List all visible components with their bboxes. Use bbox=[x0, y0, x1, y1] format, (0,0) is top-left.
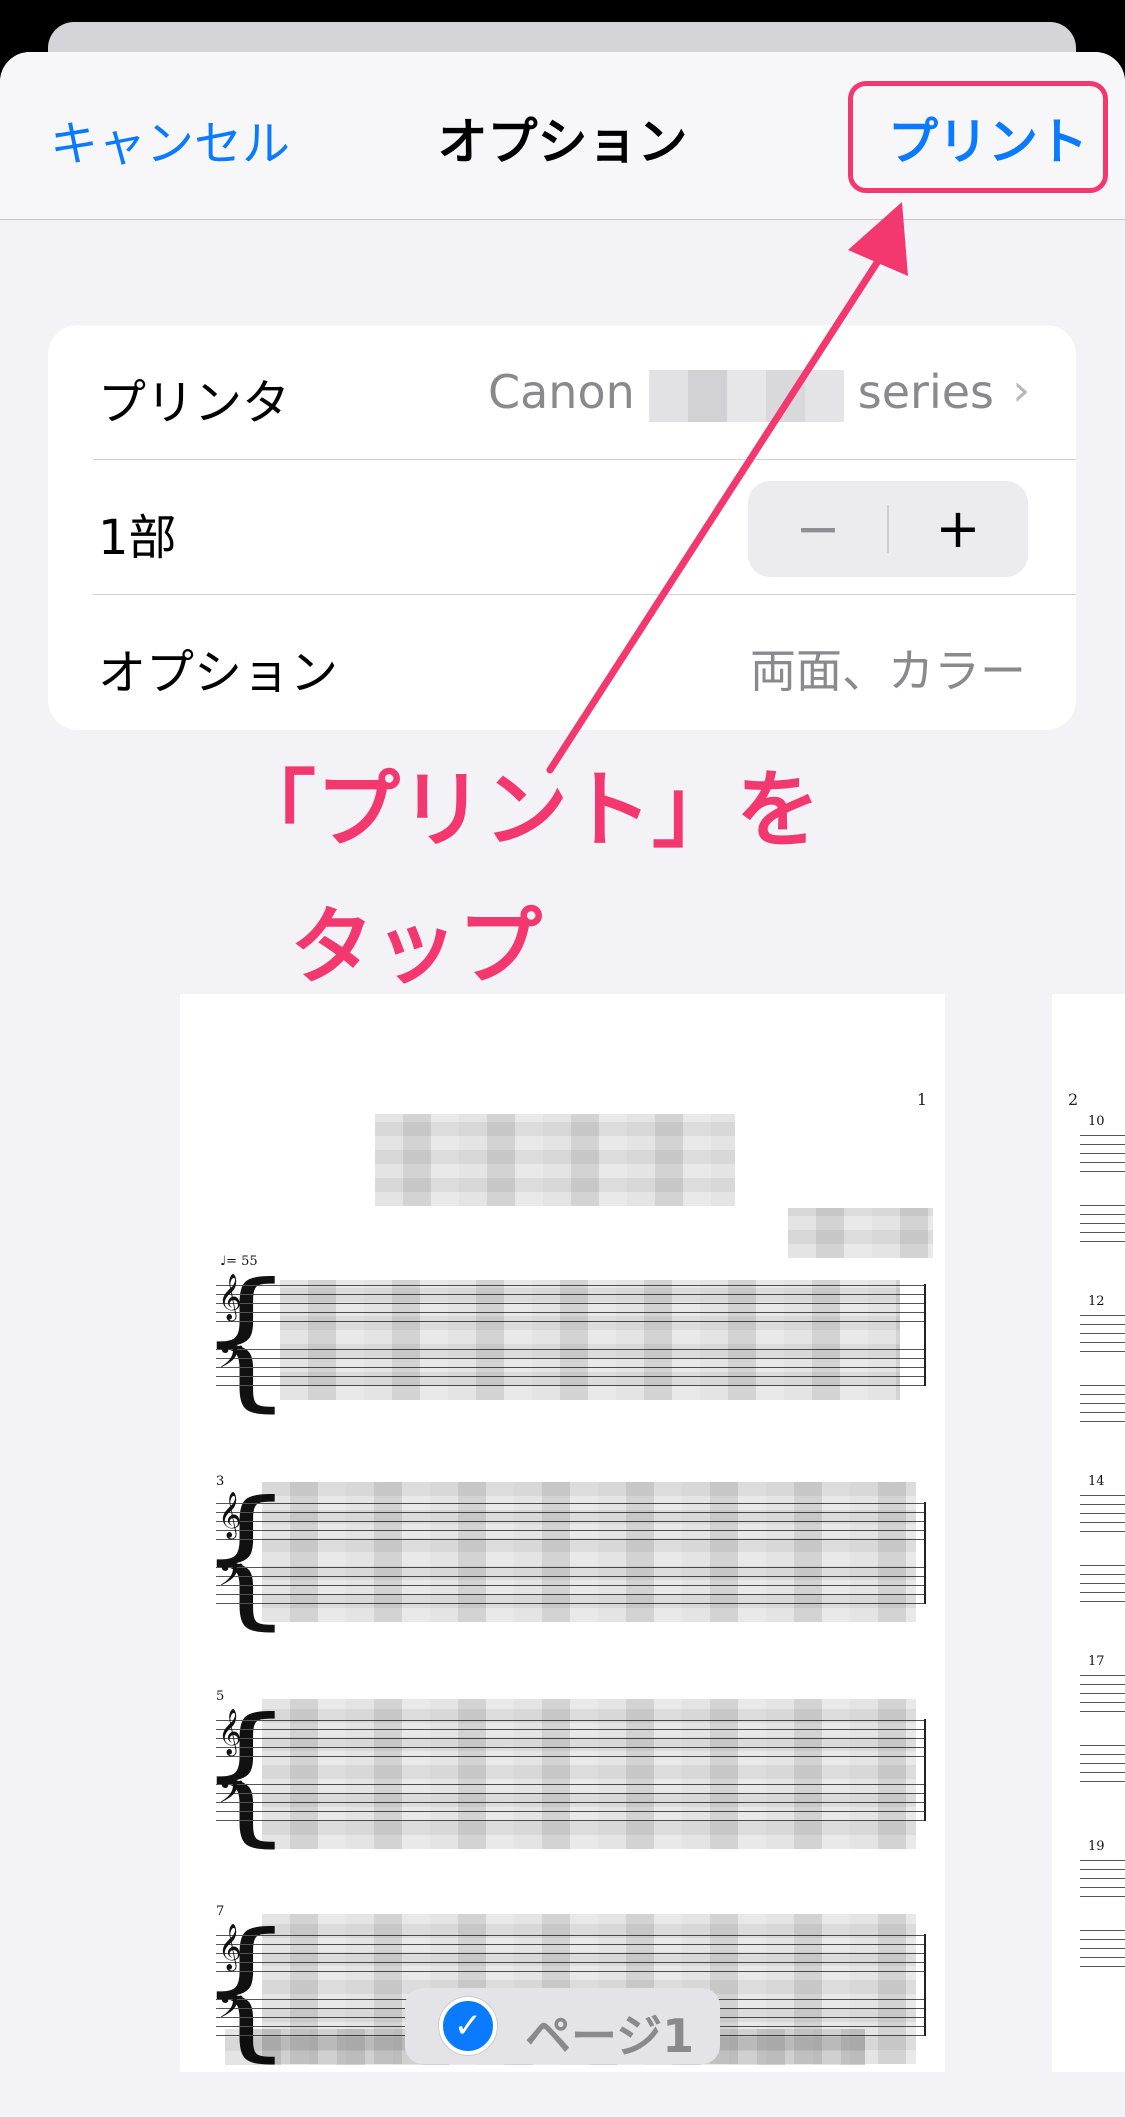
navigation-bar: キャンセル オプション プリント bbox=[0, 52, 1125, 220]
bass-staff bbox=[1080, 1204, 1125, 1242]
treble-clef-icon: 𝄞 bbox=[218, 1924, 242, 1970]
staff-system: { 𝄞 𝄢 bbox=[198, 1264, 928, 1414]
copies-row: 1部 − + bbox=[48, 460, 1076, 594]
bass-staff bbox=[1080, 1384, 1125, 1422]
increment-button[interactable]: + bbox=[888, 495, 1028, 563]
bass-staff bbox=[1080, 1929, 1125, 1967]
barline bbox=[924, 1284, 926, 1386]
page-preview-1[interactable]: 1 ♩= 55 { 𝄞 𝄢 3 { 𝄞 𝄢 5 {𝄞 𝄢 7 {𝄞 𝄢 bbox=[180, 994, 945, 2072]
treble-clef-icon: 𝄞 bbox=[218, 1274, 242, 1320]
annotation-text-line2: タップ bbox=[290, 898, 543, 996]
print-settings-card: プリンタ Canon series › 1部 − + オプション 両面、カラー bbox=[48, 325, 1076, 730]
page-label: ページ1 bbox=[525, 2009, 695, 2063]
treble-staff bbox=[1080, 1859, 1125, 1897]
bass-clef-icon: 𝄢 bbox=[218, 1988, 244, 2034]
treble-staff bbox=[1080, 1314, 1125, 1352]
measure-number: 19 bbox=[1088, 1839, 1105, 1854]
staff-system: { 𝄞 𝄢 bbox=[198, 1482, 928, 1632]
printer-label: プリンタ bbox=[98, 375, 291, 431]
page-number: 1 bbox=[916, 1090, 927, 1109]
treble-staff bbox=[1080, 1494, 1125, 1532]
options-value: 両面、カラー bbox=[750, 644, 1026, 698]
treble-staff bbox=[1080, 1134, 1125, 1172]
bass-staff bbox=[1080, 1564, 1125, 1602]
bass-clef-icon: 𝄢 bbox=[218, 1773, 244, 1819]
page-number: 2 bbox=[1068, 1090, 1079, 1109]
printer-series: series bbox=[857, 365, 994, 419]
options-row[interactable]: オプション 両面、カラー bbox=[48, 595, 1076, 729]
decrement-button[interactable]: − bbox=[748, 495, 888, 563]
page-selection-chip[interactable]: ✓ ページ1 bbox=[405, 1988, 720, 2064]
measure-number: 10 bbox=[1088, 1114, 1105, 1129]
annotation-text-line1: 「プリント」を bbox=[232, 761, 821, 859]
treble-staff bbox=[1080, 1674, 1125, 1712]
treble-clef-icon: 𝄞 bbox=[218, 1492, 242, 1538]
print-options-sheet: キャンセル オプション プリント プリンタ Canon series › 1部 −… bbox=[0, 52, 1125, 2117]
barline bbox=[924, 1502, 926, 1604]
barline bbox=[924, 1934, 926, 2036]
printer-brand: Canon bbox=[488, 365, 635, 419]
print-button-highlight bbox=[848, 81, 1108, 193]
copies-stepper: − + bbox=[748, 481, 1028, 577]
redacted-composer bbox=[788, 1208, 933, 1258]
treble-clef-icon: 𝄞 bbox=[218, 1709, 242, 1755]
measure-number: 17 bbox=[1088, 1654, 1105, 1669]
printer-row[interactable]: プリンタ Canon series › bbox=[48, 325, 1076, 459]
measure-number: 14 bbox=[1088, 1474, 1105, 1489]
printer-value: Canon series bbox=[488, 365, 994, 422]
measure-number: 12 bbox=[1088, 1294, 1105, 1309]
redacted-notes bbox=[262, 1482, 916, 1622]
staff-system: { 𝄞 𝄢 bbox=[198, 1699, 928, 1849]
options-label: オプション bbox=[98, 645, 339, 701]
barline bbox=[924, 1719, 926, 1821]
chevron-right-icon: › bbox=[1012, 365, 1030, 416]
page-preview-2[interactable]: 2 10 12 14 17 19 bbox=[1052, 994, 1125, 2072]
redacted-model bbox=[648, 369, 844, 422]
bass-staff bbox=[1080, 1744, 1125, 1782]
redacted-notes bbox=[262, 1699, 916, 1849]
bass-clef-icon: 𝄢 bbox=[218, 1556, 244, 1602]
redacted-notes bbox=[280, 1280, 900, 1400]
redacted-title bbox=[375, 1114, 735, 1206]
checkmark-icon[interactable]: ✓ bbox=[439, 1997, 497, 2055]
bass-clef-icon: 𝄢 bbox=[218, 1338, 244, 1384]
copies-label: 1部 bbox=[98, 510, 177, 566]
